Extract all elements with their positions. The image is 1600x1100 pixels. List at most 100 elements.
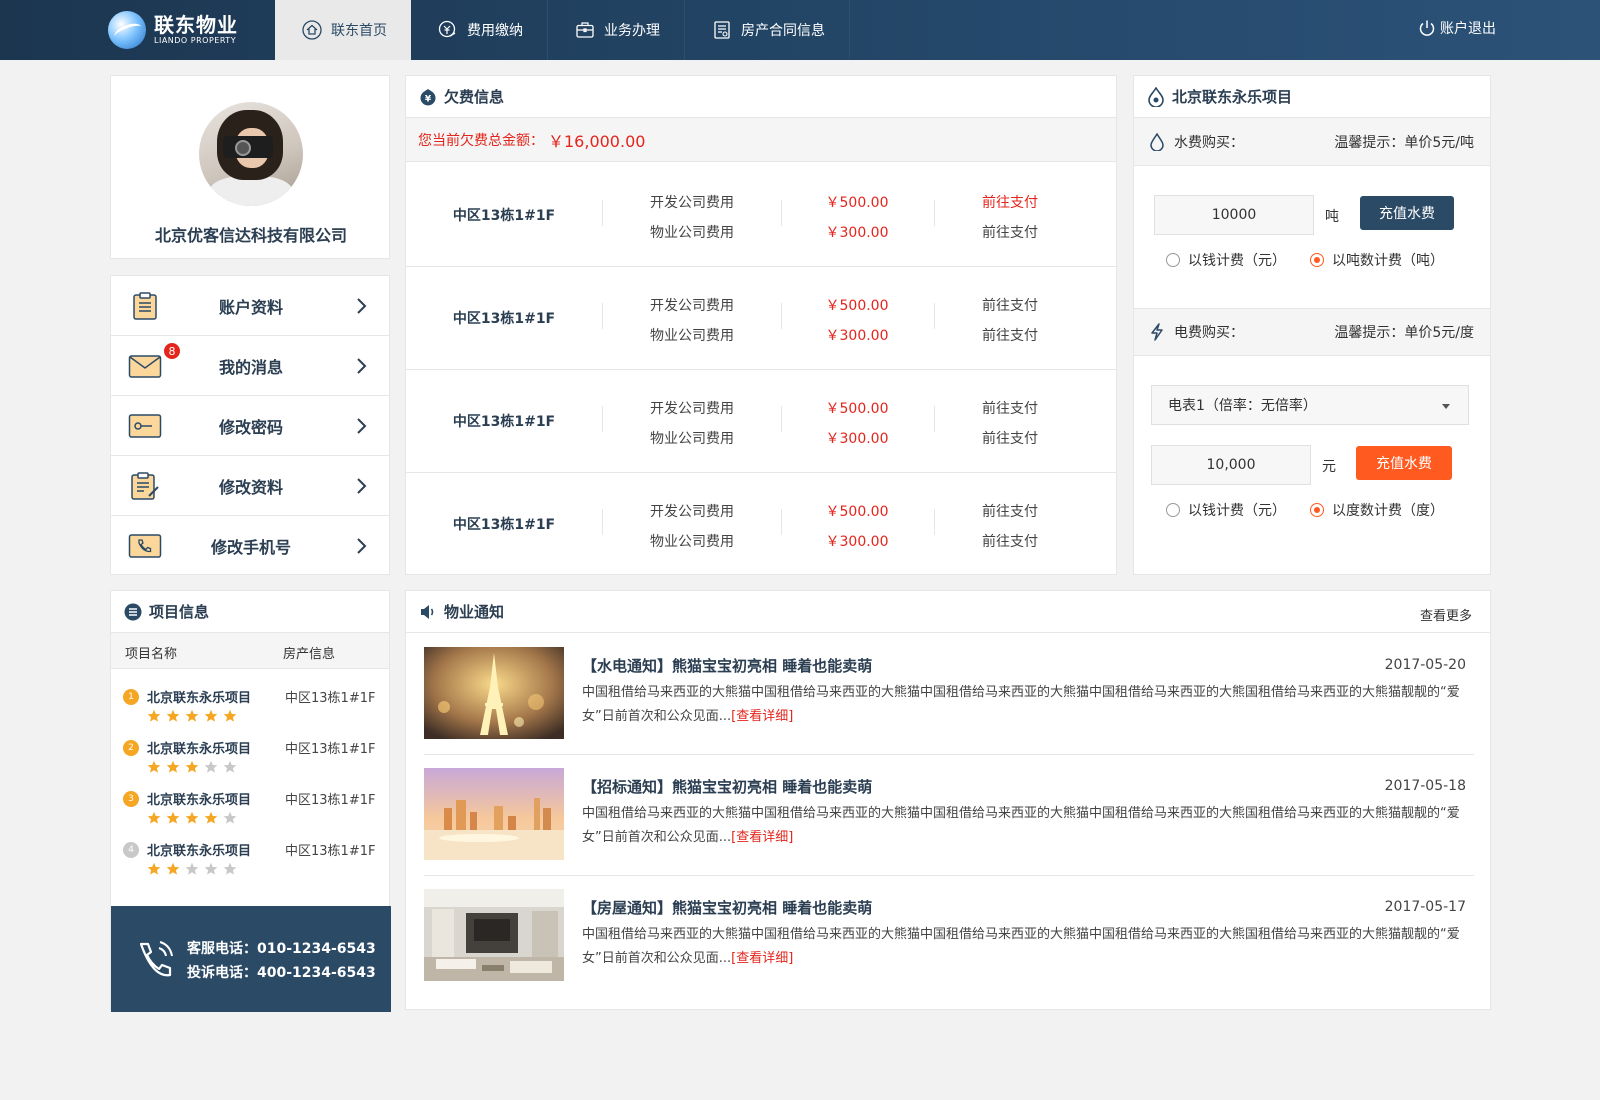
notice-title[interactable]: 【招标通知】熊猫宝宝初亮相 睡着也能卖萌: [582, 776, 872, 797]
avatar[interactable]: [199, 102, 303, 206]
nav-item-payment[interactable]: 费用缴纳: [411, 0, 548, 60]
pay-link[interactable]: 前往支付: [930, 192, 1090, 212]
notice-title[interactable]: 【水电通知】熊猫宝宝初亮相 睡着也能卖萌: [582, 655, 872, 676]
electric-amount-input[interactable]: 10,000: [1151, 445, 1311, 485]
fee-type: 开发公司费用: [650, 298, 734, 314]
chevron-right-icon: [357, 538, 367, 554]
briefcase-icon: [574, 19, 596, 41]
logo-mark-icon: [108, 11, 146, 49]
logout-button[interactable]: 账户退出: [1418, 18, 1496, 38]
notice-title[interactable]: 【房屋通知】熊猫宝宝初亮相 睡着也能卖萌: [582, 897, 872, 918]
notice-thumbnail[interactable]: [424, 768, 564, 860]
water-hint: 温馨提示：单价5元/吨: [1334, 134, 1474, 151]
radio-selected-icon[interactable]: [1310, 253, 1324, 267]
water-option-money[interactable]: 以钱计费（元）: [1166, 250, 1286, 270]
project-name: 北京联东永乐项目: [147, 691, 252, 706]
account-menu: 账户资料 8 我的消息 修改密码 修改资料 修改手机号: [110, 275, 390, 575]
star-empty-icon: [223, 811, 237, 824]
property-location: 中区13栋1#1F: [285, 793, 376, 808]
electric-unit: 元: [1322, 459, 1336, 475]
electric-hint: 温馨提示：单价5元/度: [1334, 325, 1474, 341]
menu-item-edit-profile[interactable]: 修改资料: [111, 456, 389, 516]
fee-amount: ￥300.00: [825, 431, 889, 447]
radio-icon[interactable]: [1166, 503, 1180, 517]
project-row[interactable]: 3 北京联东永乐项目 中区13栋1#1F: [111, 781, 389, 833]
clipboard-icon: [127, 290, 163, 322]
view-detail-link[interactable]: [查看详细]: [731, 709, 793, 724]
fee-amount: ￥500.00: [825, 401, 889, 417]
water-option-tons[interactable]: 以吨数计费（吨）: [1310, 250, 1444, 270]
money-bag-icon: ¥: [418, 87, 438, 107]
project-info-columns: 项目名称 房产信息: [111, 633, 389, 669]
electric-option-money[interactable]: 以钱计费（元）: [1166, 500, 1286, 520]
project-name: 北京联东永乐项目: [147, 844, 252, 859]
nav-item-contract[interactable]: 房产合同信息: [685, 0, 850, 60]
nav-label: 房产合同信息: [741, 23, 825, 39]
panel-title: 物业通知: [444, 603, 505, 621]
radio-selected-icon[interactable]: [1310, 503, 1324, 517]
company-name: 北京优客信达科技有限公司: [154, 226, 347, 245]
pay-link[interactable]: 前往支付: [930, 501, 1090, 521]
star-filled-icon: [166, 760, 180, 773]
project-row[interactable]: 2 北京联东永乐项目 中区13栋1#1F: [111, 730, 389, 782]
view-detail-link[interactable]: [查看详细]: [731, 951, 793, 966]
pay-link[interactable]: 前往支付: [930, 325, 1090, 345]
project-info-header: 项目信息: [111, 591, 389, 633]
phone-call-icon: [139, 941, 173, 977]
nav-item-home[interactable]: 联东首页: [275, 0, 411, 60]
fee-type: 开发公司费用: [650, 504, 734, 520]
notice-date: 2017-05-17: [1384, 899, 1466, 915]
radio-icon[interactable]: [1166, 253, 1180, 267]
arrears-row: 中区13栋1#1F 开发公司费用 物业公司费用 ￥500.00 ￥300.00 前往支付前…: [406, 368, 1116, 473]
notice-thumbnail[interactable]: [424, 889, 564, 981]
radio-label: 以钱计费（元）: [1188, 253, 1286, 269]
notice-item[interactable]: 【水电通知】熊猫宝宝初亮相 睡着也能卖萌 2017-05-20 中国租借给马来西亚的…: [424, 633, 1474, 755]
fee-amount: ￥500.00: [825, 504, 889, 520]
divider: [602, 406, 603, 432]
notice-item[interactable]: 【招标通知】熊猫宝宝初亮相 睡着也能卖萌 2017-05-18 中国租借给马来西亚的…: [424, 754, 1474, 876]
notice-item[interactable]: 【房屋通知】熊猫宝宝初亮相 睡着也能卖萌 2017-05-17 中国租借给马来西亚的…: [424, 875, 1474, 997]
menu-item-change-password[interactable]: 修改密码: [111, 396, 389, 456]
menu-item-messages[interactable]: 8 我的消息: [111, 336, 389, 396]
fee-type: 物业公司费用: [650, 225, 734, 241]
brand-logo[interactable]: 联东物业 LIANDO PROPERTY: [108, 10, 276, 50]
electric-recharge-button[interactable]: 充值水费: [1356, 446, 1452, 480]
key-icon: [127, 410, 163, 442]
water-recharge-button[interactable]: 充值水费: [1360, 196, 1454, 230]
project-row[interactable]: 4 北京联东永乐项目 中区13栋1#1F: [111, 832, 389, 884]
logout-label: 账户退出: [1440, 21, 1496, 37]
notice-thumbnail[interactable]: [424, 647, 564, 739]
menu-item-account-info[interactable]: 账户资料: [111, 276, 389, 336]
lightning-icon: [1148, 323, 1166, 341]
fee-amount: ￥300.00: [825, 225, 889, 241]
arrears-location: 中区13栋1#1F: [452, 516, 556, 533]
star-filled-icon: [185, 709, 199, 722]
notice-text: 中国租借给马来西亚的大熊猫中国租借给马来西亚的大熊猫中国租借给马来西亚的大熊猫中…: [582, 685, 1460, 724]
top-header: 联东物业 LIANDO PROPERTY 联东首页 费用缴纳 业务办理 房产合同…: [0, 0, 1600, 60]
menu-item-change-phone[interactable]: 修改手机号: [111, 516, 389, 576]
view-more-link[interactable]: 查看更多: [1420, 605, 1472, 624]
nav-item-business[interactable]: 业务办理: [548, 0, 685, 60]
electric-option-kwh[interactable]: 以度数计费（度）: [1310, 500, 1444, 520]
project-info-panel: 项目信息 项目名称 房产信息 1 北京联东永乐项目 中区13栋1#1F 2 北京联东永乐…: [110, 590, 391, 1012]
star-filled-icon: [147, 811, 161, 824]
fee-type: 物业公司费用: [650, 534, 734, 550]
view-detail-link[interactable]: [查看详细]: [731, 830, 793, 845]
project-name: 北京联东永乐项目: [147, 793, 252, 808]
meter-select[interactable]: 电表1（倍率：无倍率）: [1151, 385, 1469, 425]
nav-label: 费用缴纳: [467, 23, 523, 39]
power-icon: [1418, 19, 1436, 37]
water-amount-input[interactable]: 10000: [1154, 195, 1314, 235]
divider: [602, 303, 603, 329]
pay-link[interactable]: 前往支付: [930, 428, 1090, 448]
project-row[interactable]: 1 北京联东永乐项目 中区13栋1#1F: [111, 679, 389, 731]
envelope-icon: [127, 350, 163, 382]
rating-stars: [147, 709, 242, 723]
pay-link[interactable]: 前往支付: [930, 222, 1090, 242]
divider: [602, 200, 603, 226]
pay-link[interactable]: 前往支付: [930, 295, 1090, 315]
pay-link[interactable]: 前往支付: [930, 531, 1090, 551]
panel-title: 欠费信息: [444, 88, 505, 106]
payment-icon: [437, 19, 459, 41]
pay-link[interactable]: 前往支付: [930, 398, 1090, 418]
